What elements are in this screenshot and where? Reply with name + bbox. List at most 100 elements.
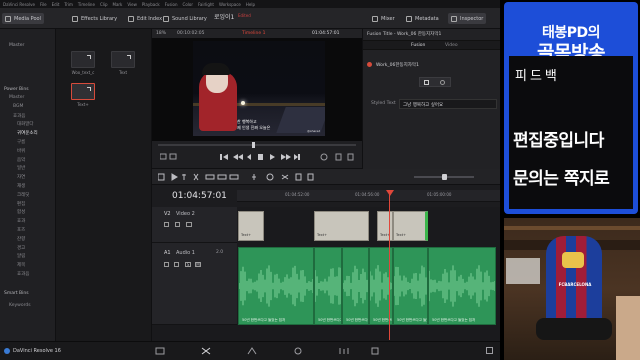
power-bin-item[interactable]: 자연	[9, 174, 55, 183]
light-dot	[241, 101, 245, 105]
track-lock-icon[interactable]	[164, 222, 169, 227]
power-bin-item[interactable]: 구름	[9, 139, 55, 148]
window-light	[506, 258, 540, 284]
video-clip[interactable]: Text+	[377, 211, 393, 241]
power-bin-item[interactable]: Master	[9, 95, 55, 104]
power-bin-item[interactable]: 포즈	[9, 227, 55, 236]
media-item-selected[interactable]: Text+	[71, 83, 98, 107]
smart-bins-header[interactable]: Smart Bins	[4, 291, 29, 296]
clip-label: 50년 한번쓰다고 들었는 집저	[397, 318, 427, 322]
media-item[interactable]: Woo_text_c	[71, 51, 98, 75]
playhead-handle[interactable]	[386, 190, 394, 196]
menu-item[interactable]: Trim	[64, 2, 73, 7]
power-bin-item[interactable]: 효과	[9, 218, 55, 227]
power-bin-item[interactable]: 일반	[9, 165, 55, 174]
power-bin-item[interactable]: 효과음	[9, 113, 55, 122]
metadata-button[interactable]: Metadata	[406, 13, 439, 24]
menu-item[interactable]: Workspace	[219, 2, 241, 7]
power-bin-item[interactable]: BGM	[9, 104, 55, 113]
track-autoselect-icon[interactable]	[174, 262, 179, 267]
playhead-line[interactable]	[389, 190, 390, 340]
menu-item[interactable]: Edit	[52, 2, 60, 7]
tab-fusion[interactable]: Fusion	[411, 43, 425, 48]
mixer-label: Mixer	[381, 15, 395, 22]
menu-item[interactable]: Timeline	[78, 2, 95, 7]
menu-item[interactable]: Mark	[113, 2, 123, 7]
menu-item[interactable]: Color	[183, 2, 193, 7]
solo-button[interactable]: S	[185, 262, 191, 267]
power-bin-item[interactable]: 재생	[9, 183, 55, 192]
edit-index-button[interactable]: Edit Index	[128, 13, 162, 24]
timeline-timecode: 01:04:57:01	[172, 191, 227, 201]
media-pool-button[interactable]: Media Pool	[2, 13, 44, 24]
audio-clip[interactable]: 50년 한번쓰다고 들었는 집저	[428, 247, 496, 325]
power-bin-item[interactable]: 잔향	[9, 236, 55, 245]
tab-video[interactable]: Video	[445, 43, 458, 48]
sound-library-button[interactable]: Sound Library	[163, 13, 207, 24]
power-bin-item[interactable]: 음악	[9, 157, 55, 166]
video-watermark: @shared	[307, 129, 321, 133]
playback-controls[interactable]	[220, 153, 300, 161]
power-bin-item[interactable]: 제목	[9, 262, 55, 271]
track-visibility-icon[interactable]	[186, 222, 192, 227]
ruler-tick-label: 01:04:52:00	[285, 192, 310, 197]
mixer-button[interactable]: Mixer	[372, 13, 395, 24]
audio-clip[interactable]: 50년 한번쓰다고 들었는 집저	[238, 247, 314, 325]
menu-item[interactable]: Clip	[100, 2, 108, 7]
power-bin-item[interactable]: 바위	[9, 148, 55, 157]
page-tabs-icons[interactable]	[150, 346, 380, 356]
video-clip[interactable]: Text+	[238, 211, 264, 241]
track-autoselect-icon[interactable]	[175, 222, 180, 227]
source-timecode: 00:10:02:05	[177, 31, 205, 36]
power-bin-item[interactable]: 편집	[9, 201, 55, 210]
record-timecode: 01:04:57:01	[312, 31, 340, 36]
menu-item[interactable]: Fusion	[165, 2, 178, 7]
video-track-name[interactable]: Video 2	[176, 211, 195, 217]
menu-item[interactable]: Fairlight	[198, 2, 214, 7]
media-item[interactable]: Text	[111, 51, 138, 75]
zoom-level[interactable]: 18%	[156, 31, 166, 36]
menu-item[interactable]: Playback	[142, 2, 160, 7]
menu-item[interactable]: File	[40, 2, 47, 7]
master-bin[interactable]: Master	[9, 43, 24, 48]
power-bin-item[interactable]: 대화말다	[9, 121, 55, 130]
notice-line-1: 편집중입니다	[513, 131, 604, 151]
menu-item[interactable]: DaVinci Resolve	[3, 2, 35, 7]
power-bin-item[interactable]: 합성	[9, 209, 55, 218]
zoom-slider-handle[interactable]	[442, 174, 447, 180]
audio-clip[interactable]: 50년 한번쓰다고 들었는 집저	[342, 247, 369, 325]
menu-item[interactable]: Help	[246, 2, 255, 7]
inspector-mode-tabs[interactable]	[419, 77, 451, 87]
video-clip[interactable]: Text+	[393, 211, 428, 241]
menu-item[interactable]: View	[127, 2, 137, 7]
timeline-ruler[interactable]: 01:04:52:00 01:04:56:00 01:05:00:00	[237, 190, 500, 202]
audio-track-name[interactable]: Audio 1	[176, 250, 195, 256]
inspector-icon	[451, 15, 457, 22]
scrubber-handle[interactable]	[252, 142, 255, 148]
scrubber-bar[interactable]	[158, 144, 356, 146]
audio-clip[interactable]: 50년 한번쓰다고 들었는 집저	[314, 247, 342, 325]
settings-icon[interactable]	[486, 347, 493, 354]
styled-text-field[interactable]: 그냥 행복하고 싶어요	[399, 99, 497, 109]
audio-waveform	[343, 265, 368, 307]
power-bins-list: Master BGM 효과음 대화말다 귀여운소리 구름 바위 음악 일반 자연 재생 크레딧 편집 합성…	[9, 95, 55, 280]
power-bins-header[interactable]: Power Bins	[4, 87, 29, 92]
power-bin-item[interactable]: 경고	[9, 245, 55, 254]
power-bin-item[interactable]: 귀여운소리	[9, 130, 55, 139]
effects-library-button[interactable]: Effects Library	[72, 13, 117, 24]
inspector-button[interactable]: Inspector	[448, 13, 487, 24]
viewer-mode-icon[interactable]	[160, 153, 180, 160]
node-enabled-icon[interactable]	[367, 62, 372, 67]
power-bin-item[interactable]: 크레딧	[9, 192, 55, 201]
edit-tools-icons[interactable]	[158, 173, 338, 181]
power-bin-item[interactable]: 알림	[9, 253, 55, 262]
power-bin-item[interactable]: 효과음	[9, 271, 55, 280]
video-clip[interactable]: Text+	[314, 211, 369, 241]
audio-clip[interactable]: 50년 한번쓰다고 들었는 집저	[393, 247, 428, 325]
track-lock-icon[interactable]	[164, 262, 169, 267]
viewer-right-controls[interactable]	[320, 153, 355, 161]
mute-button[interactable]: M	[195, 262, 201, 267]
smart-bin-item[interactable]: Keywords	[9, 303, 55, 308]
chair-armrests	[536, 318, 612, 340]
timeline-name[interactable]: Timeline 1	[242, 31, 265, 36]
